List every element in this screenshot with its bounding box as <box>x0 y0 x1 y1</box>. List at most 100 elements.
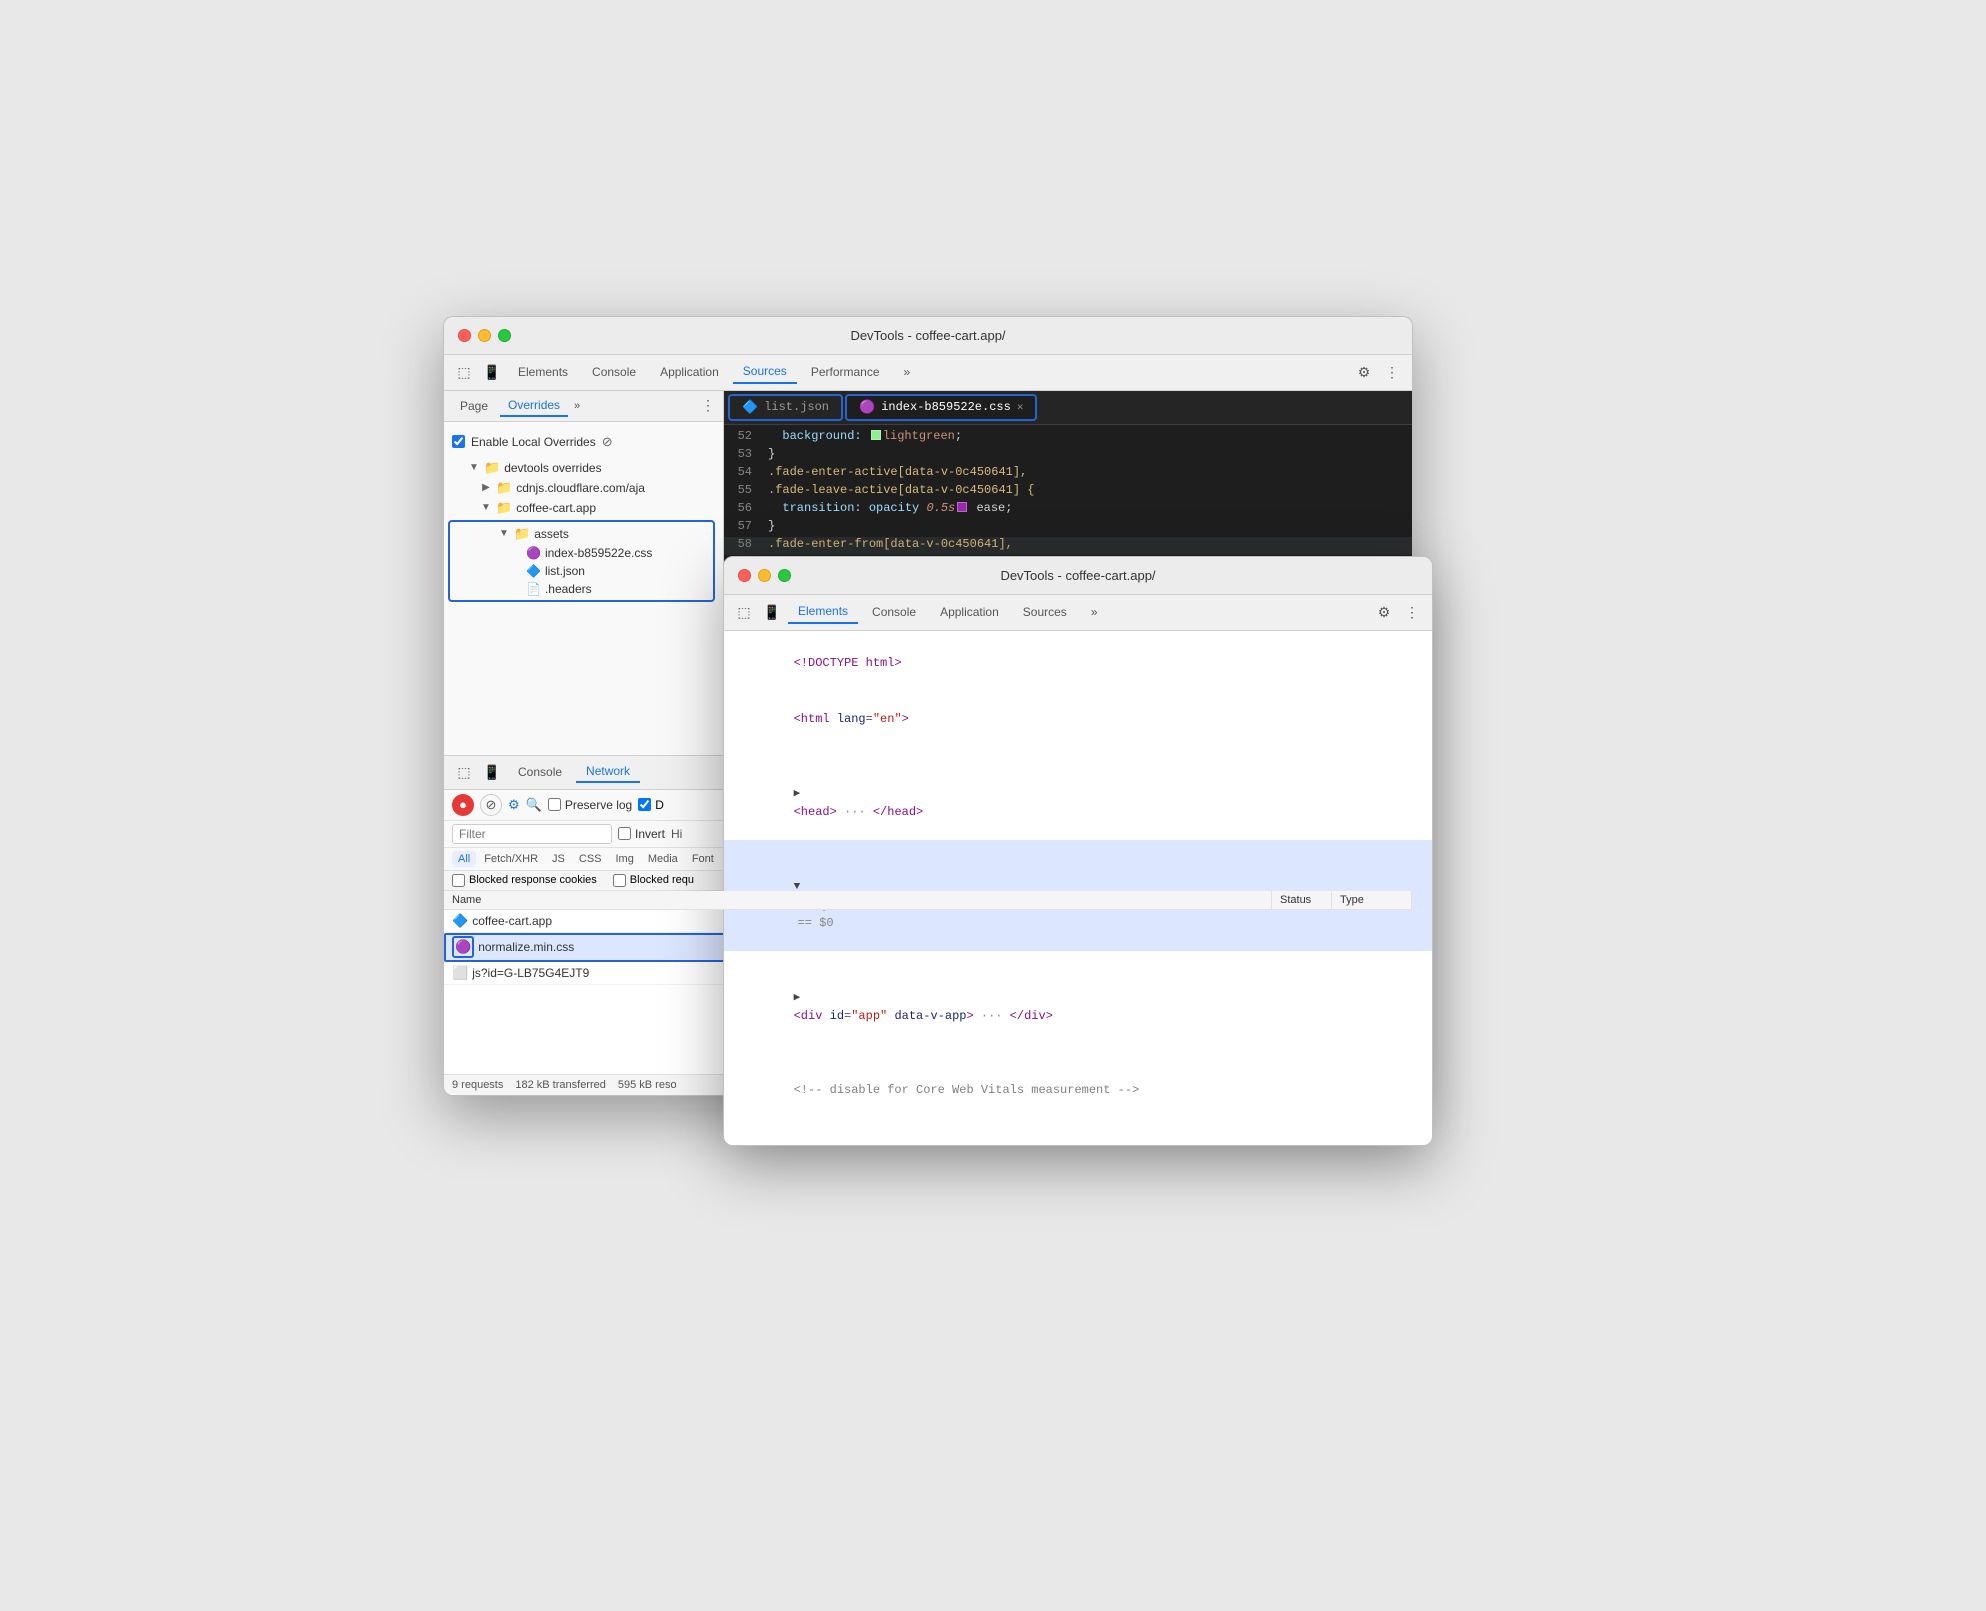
filter-icon[interactable]: ⚙ <box>508 797 520 813</box>
main-toolbar-back: ⬚ 📱 Elements Console Application Sources… <box>444 355 1412 391</box>
filter-css[interactable]: CSS <box>573 851 608 867</box>
minimize-button-front[interactable] <box>758 569 771 582</box>
device-icon-front[interactable]: 📱 <box>760 600 784 624</box>
html-line-comment2[interactable]: <!-- <div id="invisible" width="200" hei… <box>724 1118 1432 1146</box>
html-line-div-app[interactable]: ▶ <div id="app" data-v-app> ··· </div> <box>724 951 1432 1044</box>
editor-tab-close[interactable]: ✕ <box>1017 400 1024 414</box>
html-line-html[interactable]: <html lang="en"> <box>724 691 1432 747</box>
title-bar-front: DevTools - coffee-cart.app/ <box>724 557 1432 595</box>
tab-console-bottom[interactable]: Console <box>508 762 572 782</box>
close-button-front[interactable] <box>738 569 751 582</box>
filter-font[interactable]: Font <box>686 851 720 867</box>
window-title-back: DevTools - coffee-cart.app/ <box>458 328 1398 343</box>
editor-tabs: 🔷 list.json 🟣 index-b859522e.css ✕ <box>724 391 1412 425</box>
tree-item-coffee-cart[interactable]: ▼ 📁 coffee-cart.app <box>444 498 723 518</box>
tree-item-devtools-overrides[interactable]: ▼ 📁 devtools overrides <box>444 458 723 478</box>
more-icon-front[interactable]: ⋮ <box>1400 600 1424 624</box>
transferred-size: 182 kB transferred <box>515 1079 606 1091</box>
code-line-56: 56 transition: opacity 0.5s ease; <box>724 501 1412 519</box>
editor-tab-css[interactable]: 🟣 index-b859522e.css ✕ <box>845 394 1037 421</box>
tab-more-front[interactable]: » <box>1081 601 1108 623</box>
maximize-button[interactable] <box>498 329 511 342</box>
clear-button[interactable]: ⊘ <box>480 794 502 816</box>
inspect-icon-front[interactable]: ⬚ <box>732 600 756 624</box>
search-button[interactable]: 🔍 <box>526 797 542 813</box>
tab-elements-front[interactable]: Elements <box>788 600 858 624</box>
blocked-cookies-check[interactable]: Blocked response cookies <box>452 874 597 887</box>
devtools-inspect-icon[interactable]: ⬚ <box>452 360 476 384</box>
net-filename-2: js?id=G-LB75G4EJT9 <box>472 966 589 980</box>
blocked-cookies-label: Blocked response cookies <box>469 874 597 886</box>
tab-console-front[interactable]: Console <box>862 601 926 623</box>
preserve-log-checkbox[interactable]: Preserve log <box>548 798 632 812</box>
enable-overrides-row: Enable Local Overrides ⊘ <box>444 430 723 454</box>
filter-img[interactable]: Img <box>610 851 640 867</box>
tree-label: assets <box>534 527 569 541</box>
col-name: Name <box>444 891 1272 909</box>
json-file-icon: 🔷 <box>526 564 541 578</box>
settings-icon-front[interactable]: ⚙ <box>1372 600 1396 624</box>
maximize-button-front[interactable] <box>778 569 791 582</box>
devtools-window-front: DevTools - coffee-cart.app/ ⬚ 📱 Elements… <box>723 556 1433 1146</box>
tab-sources-front[interactable]: Sources <box>1013 601 1077 623</box>
html-line-comment1[interactable]: <!-- disable for Core Web Vitals measure… <box>724 1044 1432 1118</box>
main-toolbar-front: ⬚ 📱 Elements Console Application Sources… <box>724 595 1432 631</box>
js-file-icon: ⬜ <box>452 965 468 981</box>
settings-icon[interactable]: ⚙ <box>1352 360 1376 384</box>
title-bar-back: DevTools - coffee-cart.app/ <box>444 317 1412 355</box>
no-sync-icon: ⊘ <box>602 434 613 450</box>
more-options-icon[interactable]: ⋮ <box>1380 360 1404 384</box>
tab-console[interactable]: Console <box>582 361 646 383</box>
tab-performance[interactable]: Performance <box>801 361 890 383</box>
tree-item-json-file[interactable]: 🔷 list.json <box>450 562 713 580</box>
folder-icon: 📁 <box>484 460 500 476</box>
sidebar-content: Enable Local Overrides ⊘ ▼ 📁 devtools ov… <box>444 422 723 755</box>
tab-application[interactable]: Application <box>650 361 729 383</box>
minimize-button[interactable] <box>478 329 491 342</box>
filter-fetch[interactable]: Fetch/XHR <box>478 851 544 867</box>
folder-icon: 📁 <box>496 480 512 496</box>
html-file-icon: 🔷 <box>452 913 468 929</box>
devtools-device-icon-bottom[interactable]: 📱 <box>480 760 504 784</box>
filter-media[interactable]: Media <box>642 851 684 867</box>
filter-js[interactable]: JS <box>546 851 571 867</box>
tab-application-front[interactable]: Application <box>930 601 1009 623</box>
selected-assets-group: ▼ 📁 assets 🟣 index-b859522e.css <box>448 520 715 602</box>
filter-all[interactable]: All <box>452 851 476 867</box>
tab-more-back[interactable]: » <box>894 361 921 383</box>
tree-item-css-file[interactable]: 🟣 index-b859522e.css <box>450 544 713 562</box>
hi-label: Hi <box>671 827 682 841</box>
code-line-52: 52 background: lightgreen; <box>724 429 1412 447</box>
tree-item-cdnjs[interactable]: ▶ 📁 cdnjs.cloudflare.com/aja <box>444 478 723 498</box>
tab-elements[interactable]: Elements <box>508 361 578 383</box>
tab-sources[interactable]: Sources <box>733 360 797 384</box>
resource-size: 595 kB reso <box>618 1079 677 1091</box>
tree-item-headers-file[interactable]: 📄 .headers <box>450 580 713 598</box>
code-line-57: 57 } <box>724 519 1412 537</box>
disable-cache-check[interactable]: D <box>638 798 664 812</box>
record-button[interactable]: ● <box>452 794 474 816</box>
editor-tab-json[interactable]: 🔷 list.json <box>728 394 843 421</box>
sidebar-menu-btn[interactable]: ⋮ <box>701 397 715 414</box>
enable-overrides-label: Enable Local Overrides <box>471 435 596 449</box>
editor-tab-css-label: index-b859522e.css <box>881 400 1011 414</box>
sidebar-tab-overrides[interactable]: Overrides <box>500 395 568 417</box>
sidebar-more-btn[interactable]: » <box>574 400 580 412</box>
net-filename-1: normalize.min.css <box>478 940 574 954</box>
blocked-req-check[interactable]: Blocked requ <box>613 874 694 887</box>
close-button[interactable] <box>458 329 471 342</box>
html-line-doctype[interactable]: <!DOCTYPE html> <box>724 635 1432 691</box>
headers-file-icon: 📄 <box>526 582 541 596</box>
html-line-head[interactable]: ▶ <head> ··· </head> <box>724 747 1432 840</box>
code-line-54: 54 .fade-enter-active[data-v-0c450641], <box>724 465 1412 483</box>
tree-item-assets[interactable]: ▼ 📁 assets <box>450 524 713 544</box>
sidebar-tab-page[interactable]: Page <box>452 396 496 416</box>
devtools-inspect-icon-bottom[interactable]: ⬚ <box>452 760 476 784</box>
invert-checkbox[interactable]: Invert <box>618 827 665 841</box>
expand-icon: ▼ <box>480 502 492 513</box>
network-table-header: Name Status Type <box>444 891 1412 910</box>
tab-network-bottom[interactable]: Network <box>576 761 640 783</box>
devtools-device-icon[interactable]: 📱 <box>480 360 504 384</box>
enable-overrides-checkbox[interactable] <box>452 435 465 448</box>
network-filter-input[interactable] <box>452 824 612 844</box>
